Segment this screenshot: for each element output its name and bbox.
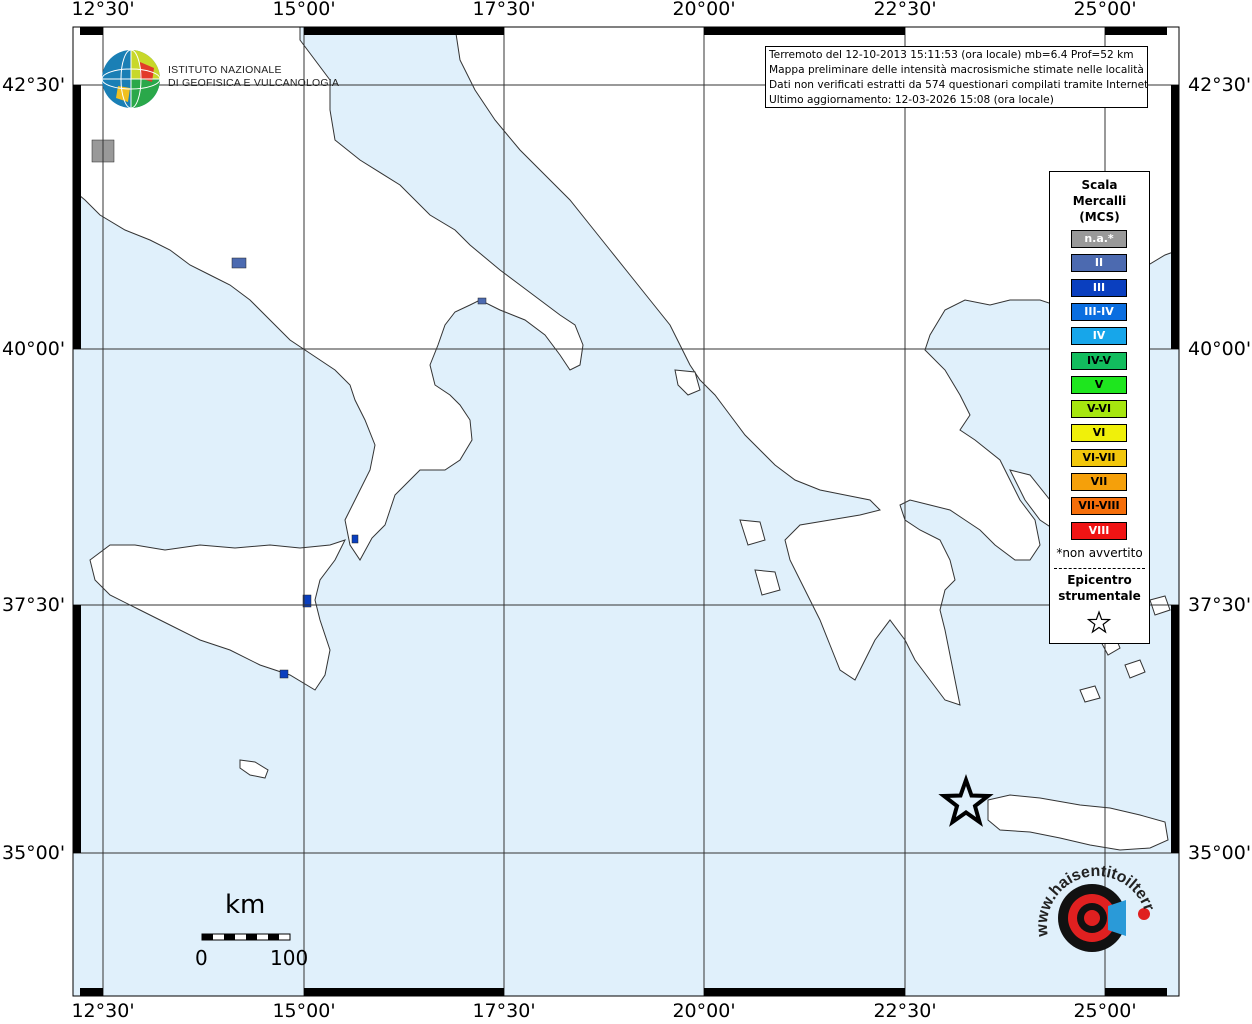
bottom-tick-label: 17°30' [472,1000,536,1022]
bottom-tick-label: 15°00' [272,1000,336,1022]
event-info-line: Terremoto del 12-10-2013 15:11:53 (ora l… [769,49,1134,61]
event-info-box: Terremoto del 12-10-2013 15:11:53 (ora l… [765,46,1148,108]
bottom-tick-label: 20°00' [672,1000,736,1022]
top-tick-label: 12°30' [71,0,135,20]
top-tick-label: 22°30' [873,0,937,20]
legend-swatch: III [1071,278,1127,297]
legend-epicenter-label: Epicentro strumentale [1050,572,1149,604]
legend-na-note: *non avvertito [1056,546,1143,560]
top-tick-label: 20°00' [672,0,736,20]
legend-swatch: VI-VII [1071,448,1127,467]
top-tick-label: 25°00' [1073,0,1137,20]
legend-title-line: (MCS) [1079,210,1120,224]
legend-swatch: V-VI [1071,400,1127,419]
bottom-tick-label: 22°30' [873,1000,937,1022]
legend-title-line: Mercalli [1072,194,1127,208]
ingv-logo-text: ISTITUTO NAZIONALE DI GEOFISICA E VULCAN… [168,64,339,90]
legend-epicenter-line: Epicentro [1067,573,1132,587]
legend-swatch: VII-VIII [1071,497,1127,516]
ingv-logo-icon [101,49,161,109]
scale-start-label: 0 [195,946,208,970]
event-info-line: Ultimo aggiornamento: 12-03-2026 15:08 (… [769,94,1054,106]
left-tick-label: 40°00' [2,338,66,360]
legend-swatch: V [1071,375,1127,394]
left-tick-label: 42°30' [2,74,66,96]
top-tick-label: 15°00' [272,0,336,20]
legend-swatch: II [1071,254,1127,273]
legend-swatch: III-IV [1071,302,1127,321]
legend-swatch: n.a.* [1071,230,1127,248]
legend-separator [1054,568,1145,569]
logo-line-2: DI GEOFISICA E VULCANOLOGIA [168,77,340,89]
legend-swatch: VIII [1071,521,1127,540]
right-tick-label: 35°00' [1188,842,1252,864]
legend-swatch: VII [1071,473,1127,491]
right-tick-label: 37°30' [1188,594,1252,616]
legend-title: Scala Mercalli (MCS) [1050,177,1149,225]
legend-epicenter-line: strumentale [1058,589,1141,603]
legend-swatch: IV [1071,327,1127,346]
right-tick-label: 40°00' [1188,338,1252,360]
logo-line-1: ISTITUTO NAZIONALE [168,64,282,76]
event-info-line: Mappa preliminare delle intensità macros… [769,64,1144,76]
left-tick-label: 37°30' [2,594,66,616]
star-icon [1086,610,1112,634]
event-info-line: Dati non verificati estratti da 574 ques… [769,79,1148,91]
mcs-legend: Scala Mercalli (MCS) n.a.* II III III-IV IV I… [1049,171,1150,644]
legend-swatch: VI [1071,424,1127,443]
scale-end-label: 100 [270,946,309,970]
top-tick-label: 17°30' [472,0,536,20]
legend-title-line: Scala [1081,178,1118,192]
left-tick-label: 35°00' [2,842,66,864]
bottom-tick-label: 25°00' [1073,1000,1137,1022]
haisentito-logo-icon: www.haisentitoilterremoto.it [1026,856,1156,952]
right-tick-label: 42°30' [1188,74,1252,96]
bottom-tick-label: 12°30' [71,1000,135,1022]
legend-swatch: IV-V [1071,351,1127,370]
